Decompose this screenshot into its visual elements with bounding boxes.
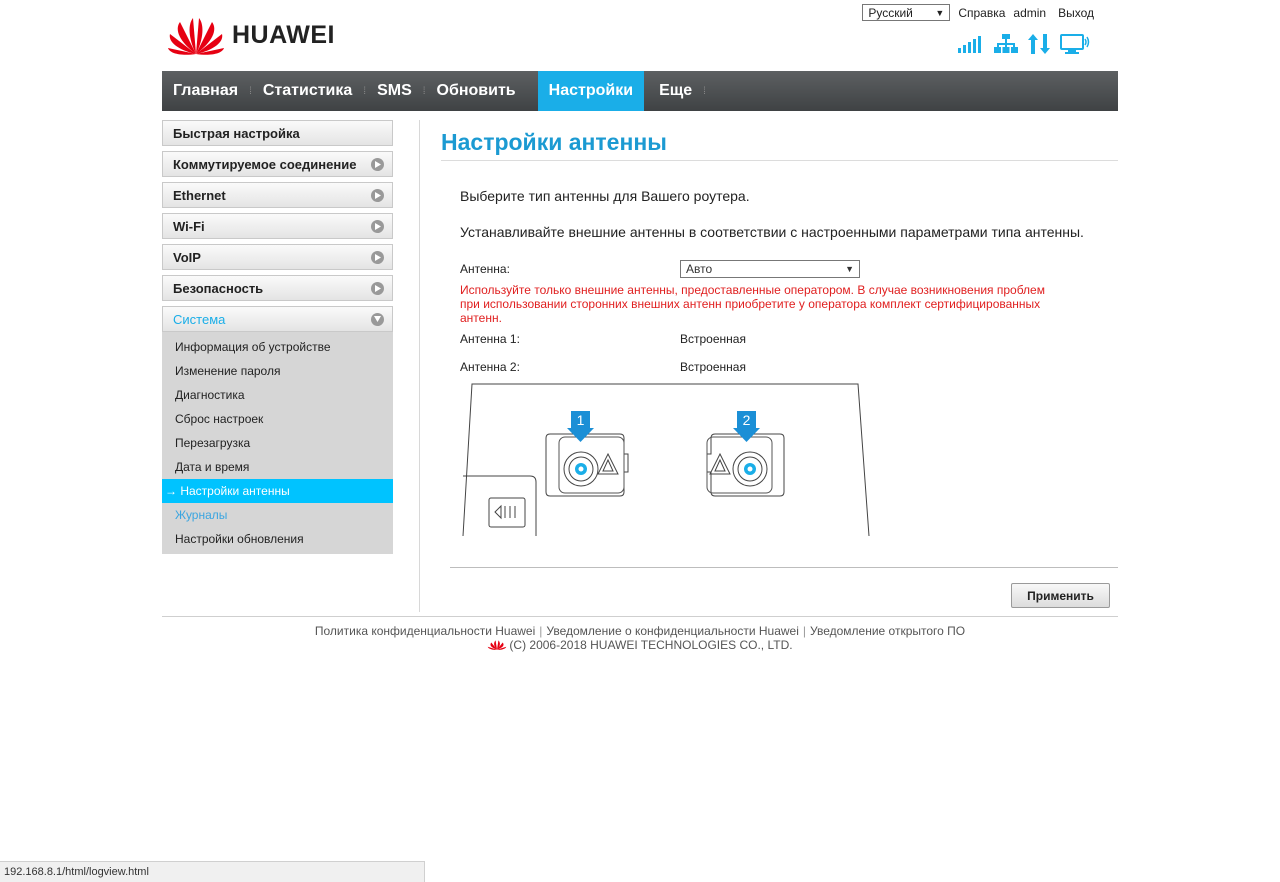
copyright: (C) 2006-2018 HUAWEI TECHNOLOGIES CO., L… [0,638,1280,652]
signal-strength-icon[interactable] [958,35,984,53]
help-link[interactable]: Справка [958,6,1005,20]
antenna1-label: Антенна 1: [460,332,520,346]
submenu-change-password[interactable]: Изменение пароля [162,359,393,383]
data-transfer-icon[interactable] [1028,34,1050,54]
nav-more[interactable]: Еще [648,71,703,111]
open-source-notice-link[interactable]: Уведомление открытого ПО [810,624,965,638]
submenu-diagnostics[interactable]: Диагностика [162,383,393,407]
antenna2-value: Встроенная [680,360,746,374]
huawei-small-logo-icon [488,640,507,650]
apply-button[interactable]: Применить [1011,583,1110,608]
sidebar-item-label: Система [173,311,226,327]
sidebar-item-wifi[interactable]: Wi-Fi [162,213,393,239]
status-icons [948,34,1090,54]
sidebar-item-label: Безопасность [173,280,264,296]
chevron-right-icon [371,157,384,171]
nav-settings[interactable]: Настройки [537,71,645,111]
sidebar-item-label: Wi-Fi [173,218,205,234]
sidebar-item-ethernet[interactable]: Ethernet [162,182,393,208]
huawei-logo[interactable]: HUAWEI [168,14,335,56]
sidebar-item-label: Ethernet [173,187,226,203]
top-links: Русский ▼ Справка admin Выход [862,4,1094,21]
footer-links: Политика конфиденциальности Huawei | Уведо… [0,624,1280,638]
submenu-reboot[interactable]: Перезагрузка [162,431,393,455]
router-antenna-diagram: 1 2 [462,383,870,537]
title-divider [441,160,1118,161]
dropdown-arrow-icon: ▼ [845,264,854,274]
submenu-update-settings[interactable]: Настройки обновления [162,527,393,551]
sidebar-item-label: Коммутируемое соединение [173,156,357,172]
chevron-down-icon [371,312,384,326]
sidebar-item-dialup[interactable]: Коммутируемое соединение [162,151,393,177]
nav-sms[interactable]: SMS [366,71,423,111]
warning-text: Используйте только внешние антенны, пред… [460,283,1045,325]
content-divider [450,567,1118,568]
page-title: Настройки антенны [441,129,667,155]
submenu-antenna-settings[interactable]: → Настройки антенны [162,479,393,503]
sidebar-item-voip[interactable]: VoIP [162,244,393,270]
submenu-logs[interactable]: Журналы [162,503,393,527]
back-port-icon [494,504,516,520]
nav-statistics[interactable]: Статистика [252,71,363,111]
nav-update[interactable]: Обновить [426,71,527,111]
chevron-right-icon [371,219,384,233]
submenu-date-time[interactable]: Дата и время [162,455,393,479]
footer-divider [162,616,1118,617]
privacy-notice-link[interactable]: Уведомление о конфиденциальности Huawei [546,624,798,638]
huawei-flower-icon [168,18,224,55]
chevron-right-icon [371,188,384,202]
antenna1-value: Встроенная [680,332,746,346]
nav-home[interactable]: Главная [162,71,249,111]
submenu-reset[interactable]: Сброс настроек [162,407,393,431]
antenna2-label: Антенна 2: [460,360,520,374]
antenna-label: Антенна: [460,262,510,276]
antenna-type-value: Авто [686,262,713,276]
nav-separator: ⁞ [703,85,706,97]
dropdown-arrow-icon: ▼ [935,7,945,18]
brand-name: HUAWEI [232,20,335,49]
port1-number: 1 [577,412,585,428]
language-select[interactable]: Русский ▼ [862,4,951,21]
intro-text-1: Выберите тип антенны для Вашего роутера. [460,188,750,204]
copyright-text: (C) 2006-2018 HUAWEI TECHNOLOGIES CO., L… [509,638,793,652]
footer-separator: | [539,624,543,638]
network-icon[interactable] [994,34,1018,54]
user-link[interactable]: admin [1013,6,1046,20]
column-divider [419,120,420,612]
port2-number: 2 [743,412,751,428]
system-submenu: Информация об устройстве Изменение парол… [162,332,393,554]
logout-link[interactable]: Выход [1058,6,1094,20]
antenna-type-select[interactable]: Авто ▼ [680,260,860,278]
sidebar-item-label: Быстрая настройка [173,125,300,141]
browser-status-bar: 192.168.8.1/html/logview.html [0,861,425,882]
sidebar: Быстрая настройка Коммутируемое соединен… [162,120,393,554]
main-nav: Главная ⁞ Статистика ⁞ SMS ⁞ Обновить На… [162,71,1118,111]
main-content: Настройки антенны Выберите тип антенны д… [441,120,1118,608]
sidebar-item-label: VoIP [173,249,201,265]
submenu-device-info[interactable]: Информация об устройстве [162,335,393,359]
privacy-policy-link[interactable]: Политика конфиденциальности Huawei [315,624,535,638]
chevron-right-icon [371,250,384,264]
wifi-display-icon[interactable] [1060,34,1090,54]
chevron-right-icon [371,281,384,295]
sidebar-item-security[interactable]: Безопасность [162,275,393,301]
sidebar-item-system[interactable]: Система [162,306,393,332]
sidebar-item-quick-setup[interactable]: Быстрая настройка [162,120,393,146]
language-value: Русский [868,5,913,20]
intro-text-2: Устанавливайте внешние антенны в соответ… [460,224,1084,240]
footer-separator: | [802,624,806,638]
